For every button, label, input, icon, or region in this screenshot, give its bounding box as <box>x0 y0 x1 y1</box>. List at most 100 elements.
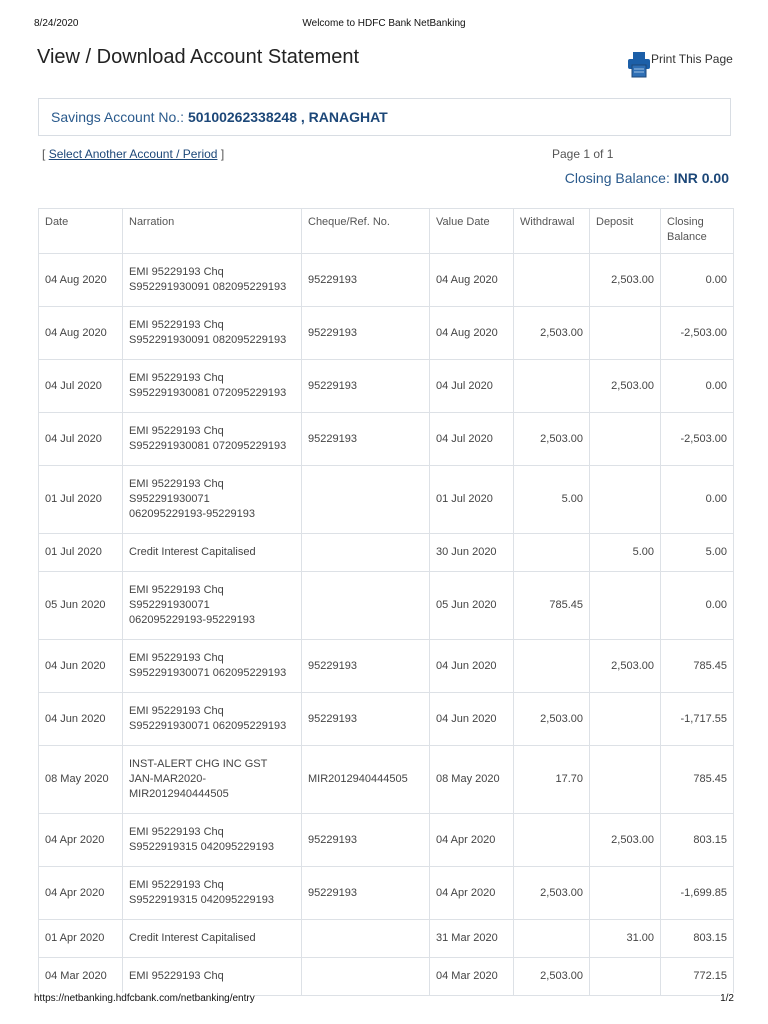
column-header: Deposit <box>589 208 661 254</box>
cell-value-date: 04 Mar 2020 <box>429 957 514 996</box>
cell-date: 08 May 2020 <box>38 745 123 814</box>
cell-date: 01 Jul 2020 <box>38 533 123 572</box>
print-page-button[interactable]: Print This Page <box>628 52 733 78</box>
table-row: 04 Jun 2020 EMI 95229193 Chq S95229193007… <box>38 692 734 746</box>
closing-balance-label: Closing Balance: <box>564 170 670 186</box>
table-row: 05 Jun 2020 EMI 95229193 Chq S95229193007… <box>38 571 734 640</box>
table-row: 08 May 2020 INST-ALERT CHG INC GST JAN-MA… <box>38 745 734 814</box>
cell-deposit <box>589 306 661 360</box>
cell-cheque-ref <box>301 571 430 640</box>
cell-narration: EMI 95229193 Chq S952291930071 062095229… <box>122 571 302 640</box>
cell-withdrawal <box>513 813 590 867</box>
cell-date: 05 Jun 2020 <box>38 571 123 640</box>
cell-cheque-ref: 95229193 <box>301 306 430 360</box>
cell-deposit: 2,503.00 <box>589 253 661 307</box>
cell-value-date: 01 Jul 2020 <box>429 465 514 534</box>
cell-closing-balance: -1,717.55 <box>660 692 734 746</box>
cell-date: 04 Jul 2020 <box>38 359 123 413</box>
cell-date: 04 Jun 2020 <box>38 639 123 693</box>
cell-date: 04 Mar 2020 <box>38 957 123 996</box>
select-another-account-link[interactable]: Select Another Account / Period <box>49 147 218 161</box>
cell-closing-balance: 0.00 <box>660 359 734 413</box>
cell-closing-balance: 785.45 <box>660 639 734 693</box>
column-header: Date <box>38 208 123 254</box>
statement-table: Date Narration Cheque/Ref. No. Value Date Wi… <box>38 208 734 996</box>
cell-date: 01 Jul 2020 <box>38 465 123 534</box>
table-row: 04 Aug 2020 EMI 95229193 Chq S95229193009… <box>38 306 734 360</box>
cell-withdrawal: 2,503.00 <box>513 866 590 920</box>
cell-deposit: 5.00 <box>589 533 661 572</box>
cell-closing-balance: 5.00 <box>660 533 734 572</box>
cell-narration: EMI 95229193 Chq S952291930091 082095229… <box>122 306 302 360</box>
cell-date: 04 Jun 2020 <box>38 692 123 746</box>
print-title: Welcome to HDFC Bank NetBanking <box>302 18 466 29</box>
cell-closing-balance: -2,503.00 <box>660 306 734 360</box>
cell-withdrawal: 2,503.00 <box>513 412 590 466</box>
cell-date: 04 Jul 2020 <box>38 412 123 466</box>
table-row: 04 Apr 2020 EMI 95229193 Chq S9522919315 … <box>38 866 734 920</box>
column-header: Narration <box>122 208 302 254</box>
cell-deposit <box>589 412 661 466</box>
cell-cheque-ref <box>301 919 430 958</box>
table-row: 01 Jul 2020 EMI 95229193 Chq S95229193007… <box>38 465 734 534</box>
cell-cheque-ref <box>301 533 430 572</box>
cell-narration: Credit Interest Capitalised <box>122 919 302 958</box>
cell-value-date: 04 Aug 2020 <box>429 253 514 307</box>
closing-balance: Closing Balance: INR 0.00 <box>565 170 729 186</box>
cell-narration: EMI 95229193 Chq S952291930071 062095229… <box>122 465 302 534</box>
cell-date: 04 Aug 2020 <box>38 306 123 360</box>
cell-narration: INST-ALERT CHG INC GST JAN-MAR2020- MIR2… <box>122 745 302 814</box>
print-footer-page: 1/2 <box>720 993 734 1004</box>
column-header: Value Date <box>429 208 514 254</box>
cell-deposit <box>589 465 661 534</box>
page-title: View / Download Account Statement <box>37 46 360 68</box>
cell-closing-balance: -1,699.85 <box>660 866 734 920</box>
cell-withdrawal <box>513 359 590 413</box>
cell-narration: EMI 95229193 Chq S9522919315 04209522919… <box>122 813 302 867</box>
select-account-wrapper: [ Select Another Account / Period ] <box>42 147 224 161</box>
cell-deposit <box>589 571 661 640</box>
cell-cheque-ref: 95229193 <box>301 692 430 746</box>
account-label: Savings Account No.: <box>51 109 185 125</box>
table-row: 04 Jul 2020 EMI 95229193 Chq S95229193008… <box>38 412 734 466</box>
cell-cheque-ref: 95229193 <box>301 253 430 307</box>
cell-closing-balance: 803.15 <box>660 813 734 867</box>
print-label: Print This Page <box>651 52 733 66</box>
cell-value-date: 31 Mar 2020 <box>429 919 514 958</box>
pagination-text: Page 1 of 1 <box>552 147 614 161</box>
cell-withdrawal <box>513 639 590 693</box>
table-row: 04 Mar 2020 EMI 95229193 Chq 04 Mar 2020 2,… <box>38 957 734 996</box>
cell-closing-balance: 785.45 <box>660 745 734 814</box>
cell-narration: EMI 95229193 Chq S952291930081 072095229… <box>122 412 302 466</box>
cell-closing-balance: 0.00 <box>660 571 734 640</box>
cell-withdrawal: 17.70 <box>513 745 590 814</box>
cell-deposit: 2,503.00 <box>589 639 661 693</box>
cell-deposit <box>589 866 661 920</box>
cell-withdrawal: 2,503.00 <box>513 692 590 746</box>
cell-closing-balance: 803.15 <box>660 919 734 958</box>
cell-value-date: 04 Apr 2020 <box>429 866 514 920</box>
cell-value-date: 04 Jul 2020 <box>429 412 514 466</box>
account-number: 50100262338248 , RANAGHAT <box>187 109 388 125</box>
cell-narration: EMI 95229193 Chq <box>122 957 302 996</box>
cell-date: 04 Apr 2020 <box>38 813 123 867</box>
cell-withdrawal: 785.45 <box>513 571 590 640</box>
cell-narration: EMI 95229193 Chq S952291930071 062095229… <box>122 639 302 693</box>
cell-deposit: 2,503.00 <box>589 813 661 867</box>
cell-deposit: 2,503.00 <box>589 359 661 413</box>
cell-withdrawal: 2,503.00 <box>513 957 590 996</box>
table-header-row: Date Narration Cheque/Ref. No. Value Date Wi… <box>38 208 734 254</box>
cell-closing-balance: -2,503.00 <box>660 412 734 466</box>
cell-value-date: 04 Apr 2020 <box>429 813 514 867</box>
cell-closing-balance: 0.00 <box>660 253 734 307</box>
table-row: 04 Apr 2020 EMI 95229193 Chq S9522919315 … <box>38 813 734 867</box>
cell-value-date: 04 Aug 2020 <box>429 306 514 360</box>
bracket-close: ] <box>220 147 225 161</box>
cell-withdrawal: 5.00 <box>513 465 590 534</box>
cell-date: 04 Apr 2020 <box>38 866 123 920</box>
cell-date: 01 Apr 2020 <box>38 919 123 958</box>
table-row: 01 Jul 2020 Credit Interest Capitalised 30… <box>38 533 734 572</box>
bracket-open: [ <box>42 147 46 161</box>
cell-deposit: 31.00 <box>589 919 661 958</box>
printer-icon <box>628 52 650 78</box>
